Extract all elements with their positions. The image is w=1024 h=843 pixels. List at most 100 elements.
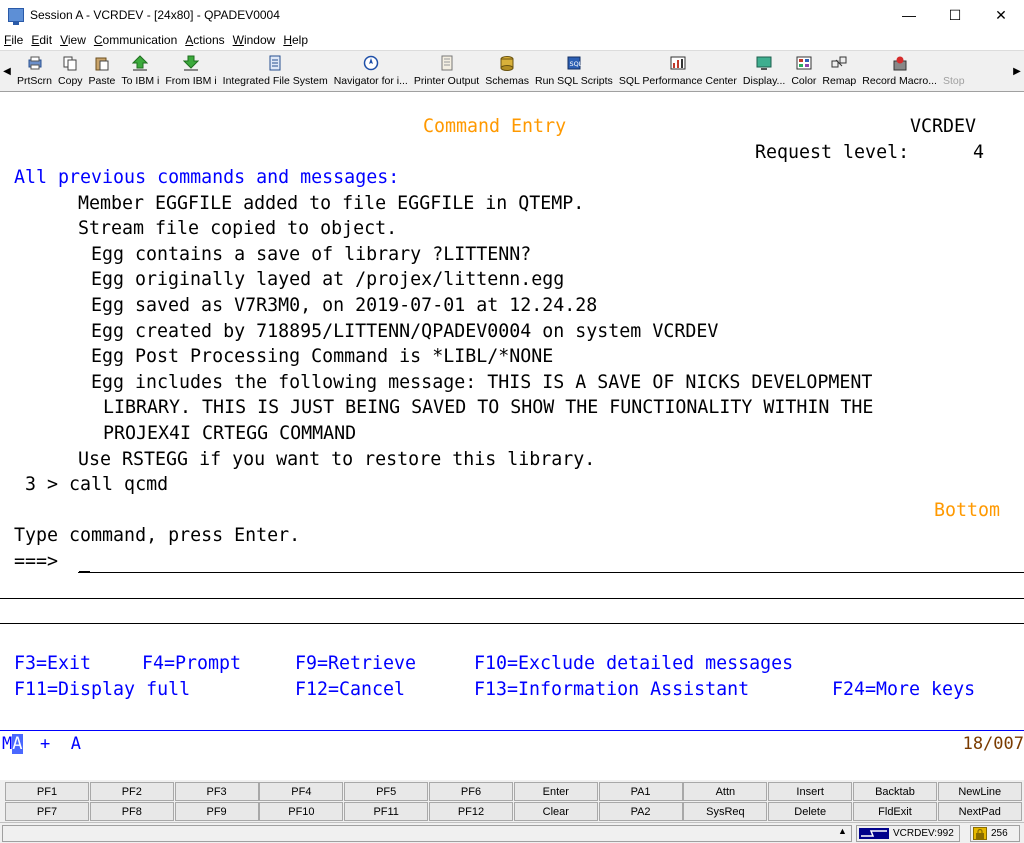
navigator-button[interactable]: Navigator for i... xyxy=(331,51,411,91)
encryption-status: 256 xyxy=(970,825,1020,842)
key-pf5[interactable]: PF5 xyxy=(344,782,429,801)
previous-command-line[interactable]: 3 > call qcmd xyxy=(14,472,168,498)
copy-icon xyxy=(62,55,78,71)
fkey-f9-retrieve[interactable]: F9=Retrieve xyxy=(295,651,416,677)
record-macro-label: Record Macro... xyxy=(862,75,937,87)
command-input-line-1[interactable] xyxy=(78,572,1024,573)
command-input-line-3[interactable] xyxy=(0,623,1024,624)
key-newline[interactable]: NewLine xyxy=(937,782,1022,801)
menu-window[interactable]: Window xyxy=(233,33,276,47)
key-pf10[interactable]: PF10 xyxy=(259,802,344,821)
key-pf2[interactable]: PF2 xyxy=(89,782,174,801)
key-pf7[interactable]: PF7 xyxy=(5,802,89,821)
key-clear[interactable]: Clear xyxy=(513,802,598,821)
message-line: Stream file copied to object. xyxy=(78,218,398,240)
encryption-bits: 256 xyxy=(991,828,1008,839)
maximize-button[interactable]: ☐ xyxy=(932,0,978,30)
key-pf12[interactable]: PF12 xyxy=(428,802,513,821)
system-name: VCRDEV xyxy=(910,116,977,137)
menu-help[interactable]: Help xyxy=(283,33,308,47)
menu-file[interactable]: File xyxy=(4,33,23,47)
key-enter[interactable]: Enter xyxy=(513,782,598,801)
fkey-f13-information-assistant[interactable]: F13=Information Assistant xyxy=(474,677,749,703)
message-line: Egg contains a save of library ?LITTENN? xyxy=(91,243,532,265)
color-icon xyxy=(796,55,812,71)
key-pf1[interactable]: PF1 xyxy=(5,782,89,801)
keypad: PF1 PF2 PF3 PF4 PF5 PF6 Enter PA1 Attn I… xyxy=(0,780,1024,822)
key-backtab[interactable]: Backtab xyxy=(852,782,937,801)
printer-output-button[interactable]: Printer Output xyxy=(411,51,482,91)
key-pf6[interactable]: PF6 xyxy=(428,782,513,801)
toolbar-items: PrtScrn Copy Paste To IBM i From IBM i I… xyxy=(14,51,1010,91)
key-pf11[interactable]: PF11 xyxy=(344,802,429,821)
stop-label: Stop xyxy=(942,75,965,87)
terminal-screen[interactable]: Command Entry VCRDEV Request level: 4 Al… xyxy=(0,92,1024,780)
key-insert[interactable]: Insert xyxy=(768,782,853,801)
message-line: LIBRARY. THIS IS JUST BEING SAVED TO SHO… xyxy=(103,397,874,419)
key-delete[interactable]: Delete xyxy=(768,802,853,821)
menu-view[interactable]: View xyxy=(60,33,86,47)
oia-flags: + A xyxy=(40,734,81,754)
sql-performance-center-button[interactable]: SQL Performance Center xyxy=(616,51,740,91)
color-button[interactable]: Color xyxy=(788,51,819,91)
record-macro-button[interactable]: Record Macro... xyxy=(859,51,940,91)
schemas-label: Schemas xyxy=(485,75,529,87)
message-line: Egg originally layed at /projex/littenn.… xyxy=(91,269,565,291)
menu-communication[interactable]: Communication xyxy=(94,33,177,47)
messages-heading: All previous commands and messages: xyxy=(14,167,400,188)
keypad-row-1: PF1 PF2 PF3 PF4 PF5 PF6 Enter PA1 Attn I… xyxy=(5,782,1023,801)
key-pf4[interactable]: PF4 xyxy=(259,782,344,801)
toolbar-scroll-right-icon[interactable]: ▶ xyxy=(1010,51,1024,91)
svg-text:SQL: SQL xyxy=(569,60,582,68)
color-label: Color xyxy=(791,75,817,87)
print-screen-button[interactable]: PrtScrn xyxy=(14,51,55,91)
keypad-row-2: PF7 PF8 PF9 PF10 PF11 PF12 Clear PA2 Sys… xyxy=(5,802,1023,821)
fkey-f11-display-full[interactable]: F11=Display full xyxy=(14,677,190,703)
fkey-f3-exit[interactable]: F3=Exit xyxy=(14,651,91,677)
copy-button[interactable]: Copy xyxy=(55,51,86,91)
menu-edit[interactable]: Edit xyxy=(31,33,52,47)
from-ibm-i-button[interactable]: From IBM i xyxy=(162,51,219,91)
key-attn[interactable]: Attn xyxy=(683,782,768,801)
to-ibm-i-button[interactable]: To IBM i xyxy=(118,51,162,91)
key-pa2[interactable]: PA2 xyxy=(598,802,683,821)
display-button[interactable]: Display... xyxy=(740,51,788,91)
key-pf3[interactable]: PF3 xyxy=(174,782,259,801)
schemas-button[interactable]: Schemas xyxy=(482,51,532,91)
connection-host: VCRDEV:992 xyxy=(893,828,954,839)
key-pf9[interactable]: PF9 xyxy=(174,802,259,821)
message-line: Use RSTEGG if you want to restore this l… xyxy=(78,448,596,470)
integrated-file-system-button[interactable]: Integrated File System xyxy=(220,51,331,91)
key-pf8[interactable]: PF8 xyxy=(89,802,174,821)
operator-information-area: MA + A 18/007 xyxy=(0,730,1024,758)
menu-actions[interactable]: Actions xyxy=(185,33,224,47)
to-ibm-i-label: To IBM i xyxy=(121,75,160,87)
paste-button[interactable]: Paste xyxy=(86,51,119,91)
remap-button[interactable]: Remap xyxy=(819,51,859,91)
fkey-f12-cancel[interactable]: F12=Cancel xyxy=(295,677,405,703)
session-monitor-icon xyxy=(8,8,24,25)
lock-icon xyxy=(973,827,987,840)
minimize-button[interactable]: — xyxy=(886,0,932,30)
status-bar: ▲ VCRDEV:992 256 xyxy=(0,822,1024,843)
key-nextpad[interactable]: NextPad xyxy=(937,802,1022,821)
key-sysreq[interactable]: SysReq xyxy=(683,802,768,821)
stop-button[interactable]: Stop xyxy=(940,51,968,91)
status-up-arrow-icon[interactable]: ▲ xyxy=(838,826,847,836)
fkey-f10-exclude[interactable]: F10=Exclude detailed messages xyxy=(474,651,793,677)
fkey-f24-more-keys[interactable]: F24=More keys xyxy=(832,677,975,703)
key-fldexit[interactable]: FldExit xyxy=(852,802,937,821)
menu-bar: File Edit View Communication Actions Win… xyxy=(0,30,1024,50)
print-screen-icon xyxy=(27,55,43,71)
stop-icon xyxy=(946,55,962,71)
command-input-line-2[interactable] xyxy=(0,598,1024,599)
fkey-f4-prompt[interactable]: F4=Prompt xyxy=(142,651,241,677)
toolbar-scroll-left-icon[interactable]: ◀ xyxy=(0,51,14,91)
run-sql-scripts-button[interactable]: SQL Run SQL Scripts xyxy=(532,51,616,91)
remap-icon xyxy=(831,55,847,71)
title-bar: Session A - VCRDEV - [24x80] - QPADEV000… xyxy=(0,0,1024,30)
run-sql-scripts-label: Run SQL Scripts xyxy=(535,75,613,87)
close-button[interactable]: ✕ xyxy=(978,0,1024,30)
key-pa1[interactable]: PA1 xyxy=(598,782,683,801)
display-label: Display... xyxy=(742,75,786,87)
